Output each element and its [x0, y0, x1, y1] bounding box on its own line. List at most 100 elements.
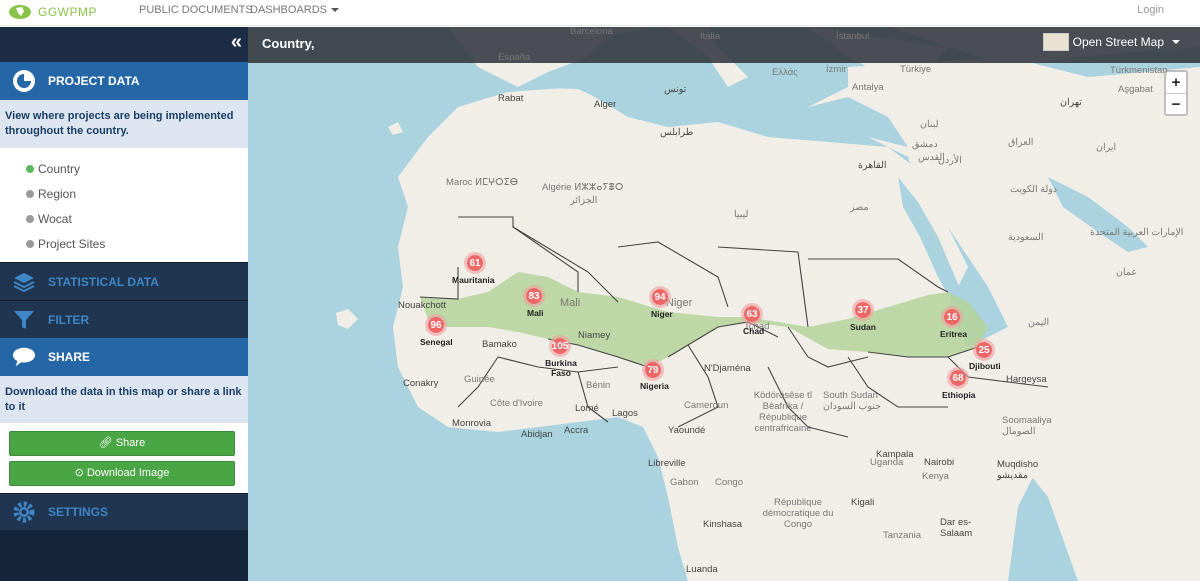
download-button-label: Download Image: [86, 467, 170, 479]
map-label: Algérie ⵍⵣⵣⴰⵢⴻⵔ: [542, 182, 624, 193]
map-label: العراق: [1008, 137, 1034, 148]
country-label-burkina-faso: Burkina Faso: [545, 358, 577, 378]
project-data-title: PROJECT DATA: [48, 74, 140, 88]
top-navbar: GGWPMP PUBLIC DOCUMENTS DASHBOARDS Login: [0, 0, 1200, 26]
statistical-data-header[interactable]: STATISTICAL DATA: [0, 262, 248, 300]
cluster-marker-ethiopia[interactable]: 68: [947, 367, 969, 389]
map-label: Kenya: [922, 471, 949, 482]
cluster-marker-nigeria[interactable]: 79: [642, 359, 664, 381]
radio-icon: [26, 214, 34, 223]
nav-public-documents[interactable]: PUBLIC DOCUMENTS: [139, 4, 253, 16]
cluster-marker-burkina-faso[interactable]: 105: [549, 335, 571, 357]
map-label: Kigali: [851, 497, 875, 508]
map-label: Lomé: [575, 403, 599, 414]
settings-title: SETTINGS: [48, 505, 109, 519]
cluster-marker-sudan[interactable]: 37: [852, 299, 874, 321]
map-label: Italia: [700, 31, 721, 42]
option-label: Project Sites: [38, 236, 106, 251]
cluster-marker-mauritania[interactable]: 61: [464, 252, 486, 274]
map-label: Conakry: [403, 378, 439, 389]
map-label: Bénin: [586, 380, 611, 391]
map-label: Antalya: [852, 82, 884, 93]
map-label: Bamako: [482, 339, 517, 350]
map-label: Muqdisho مقديشو: [997, 459, 1039, 481]
map-basemap: [336, 27, 1200, 581]
zoom-out-button[interactable]: −: [1166, 93, 1186, 114]
filter-header[interactable]: FILTER: [0, 300, 248, 338]
cluster-marker-chad[interactable]: 63: [741, 303, 763, 325]
map-label: اليمن: [1028, 317, 1050, 328]
map-label: Rabat: [498, 93, 524, 104]
country-label-sudan: Sudan: [850, 322, 876, 332]
map-label: الجزائر: [570, 195, 598, 206]
share-description: Download the data in this map or share a…: [0, 376, 248, 423]
share-buttons: 🔗︎ Share ⊙ Download Image: [0, 423, 248, 493]
cluster-marker-senegal[interactable]: 96: [425, 314, 447, 336]
project-data-icon: [12, 69, 36, 93]
option-project-sites[interactable]: Project Sites: [26, 231, 248, 256]
cluster-marker-eritrea[interactable]: 16: [941, 306, 963, 328]
share-button[interactable]: 🔗︎ Share: [9, 431, 235, 456]
map-header: Country, Open Street Map: [248, 27, 1200, 63]
map-label: Kinshasa: [703, 519, 743, 530]
map-label: تهران: [1060, 97, 1082, 108]
double-chevron-left-icon[interactable]: «: [231, 31, 242, 54]
map-label: Türkmenistan: [1110, 65, 1168, 76]
settings-header[interactable]: SETTINGS: [0, 493, 248, 530]
logo[interactable]: GGWPMP: [8, 4, 97, 20]
zoom-in-button[interactable]: +: [1166, 72, 1186, 93]
map-label: Hargeysa: [1006, 374, 1047, 385]
map-label: ایران: [1096, 142, 1117, 153]
map-label: Congo: [715, 477, 743, 488]
map-label: لبنان: [920, 119, 939, 130]
download-icon: ⊙: [74, 467, 87, 479]
map-label: Abidjan: [521, 429, 553, 440]
option-region[interactable]: Region: [26, 181, 248, 206]
map-label: Aşgabat: [1118, 84, 1153, 95]
filter-title: FILTER: [48, 312, 90, 327]
map-label: España: [498, 52, 531, 63]
nav-dashboards-label: DASHBOARDS: [250, 4, 328, 16]
map-label: Türkiye: [900, 64, 932, 75]
sidebar: « PROJECT DATA View where projects are b…: [0, 27, 248, 581]
layer-switcher[interactable]: Open Street Map: [1042, 33, 1180, 51]
layers-icon: [12, 270, 36, 294]
project-data-options: Country Region Wocat Project Sites: [0, 148, 248, 262]
map-canvas[interactable]: Country, Open Street Map + − Barcelona I…: [248, 27, 1200, 581]
option-country[interactable]: Country: [26, 156, 248, 181]
chevron-down-icon: [331, 8, 340, 13]
map-label: عمان: [1116, 267, 1138, 278]
map-layer-thumbnail-icon: [1042, 33, 1069, 51]
cluster-marker-niger[interactable]: 94: [649, 286, 671, 308]
cluster-marker-djibouti[interactable]: 25: [973, 339, 995, 361]
map-label: Luanda: [686, 564, 718, 575]
map-label: Yaoundé: [668, 425, 706, 436]
country-label-niger: Niger: [651, 309, 673, 319]
share-header[interactable]: SHARE: [0, 338, 248, 376]
map-label: طرابلس: [660, 127, 694, 138]
country-label-mali: Mali: [527, 308, 544, 318]
login-link[interactable]: Login: [1137, 4, 1164, 16]
map-label: دمشق: [912, 139, 938, 150]
map-label: Niamey: [578, 330, 611, 341]
map-label: Uganda: [870, 457, 904, 468]
option-wocat[interactable]: Wocat: [26, 206, 248, 231]
project-data-header[interactable]: PROJECT DATA: [0, 62, 248, 100]
map-label: İzmir: [826, 64, 847, 75]
map-label: Côte d'Ivoire: [490, 398, 544, 409]
map-label: Ελλάς: [772, 67, 798, 78]
nav-dashboards[interactable]: DASHBOARDS: [250, 4, 340, 16]
map-title: Country,: [262, 36, 315, 51]
map-label: N'Djaména: [704, 363, 751, 374]
logo-text: GGWPMP: [38, 5, 97, 19]
country-label-mauritania: Mauritania: [452, 275, 495, 285]
download-image-button[interactable]: ⊙ Download Image: [9, 461, 235, 486]
cluster-marker-mali[interactable]: 83: [523, 285, 545, 307]
link-icon: 🔗︎: [98, 437, 116, 449]
map-label: السعودية: [1008, 232, 1044, 243]
country-label-senegal: Senegal: [420, 337, 453, 347]
map-label: Mali: [560, 297, 581, 309]
map-label: Alger: [594, 99, 617, 110]
option-label: Country: [38, 161, 81, 176]
map-label: تونس: [664, 84, 687, 95]
